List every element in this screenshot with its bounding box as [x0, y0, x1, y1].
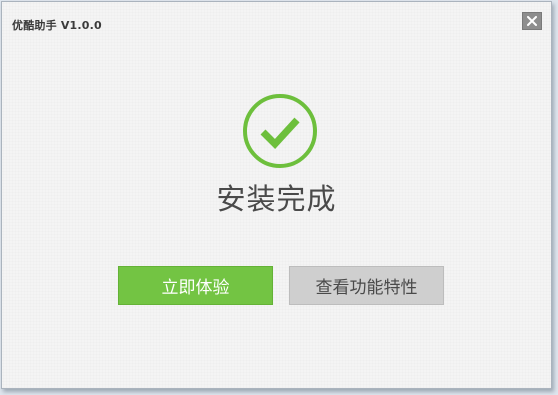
close-button[interactable]	[522, 12, 542, 30]
window-title: 优酷助手 V1.0.0	[12, 19, 102, 32]
check-circle-icon	[241, 92, 319, 170]
close-icon	[526, 16, 538, 26]
install-complete-message: 安装完成	[216, 182, 337, 216]
view-features-button[interactable]: 查看功能特性	[289, 266, 444, 305]
installer-window: 优酷助手 V1.0.0 安装完成 立即体验 查看功能特性	[1, 1, 552, 389]
try-now-button[interactable]: 立即体验	[118, 266, 273, 305]
title-bar: 优酷助手 V1.0.0	[2, 2, 551, 42]
